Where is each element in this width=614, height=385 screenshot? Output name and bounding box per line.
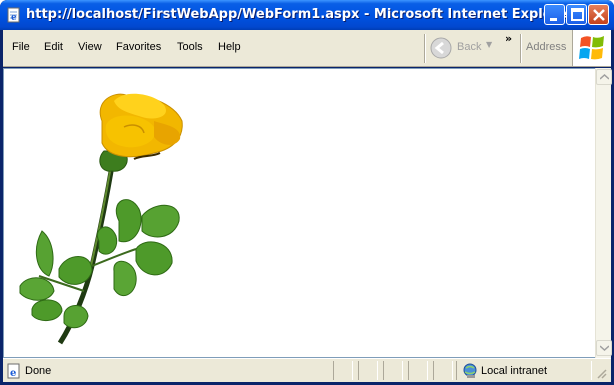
address-label: Address [526,41,567,53]
close-icon [593,9,605,21]
ie-page-icon: e [7,7,20,23]
status-pane [408,361,428,380]
minimize-button[interactable] [544,4,565,25]
back-dropdown-icon[interactable]: ▼ [486,40,492,49]
menu-help[interactable]: Help [218,41,241,53]
status-text: Done [25,365,52,377]
menu-tools[interactable]: Tools [177,41,203,53]
yellow-rose-image [19,93,183,345]
menu-file[interactable]: File [12,41,30,53]
status-pane [333,361,353,380]
scroll-down-button[interactable] [596,340,612,356]
title-bar[interactable]: e http://localhost/FirstWebApp/WebForm1.… [0,0,614,30]
status-pane [433,361,453,380]
menu-view[interactable]: View [78,41,102,53]
status-pane [383,361,403,380]
svg-text:e: e [10,368,16,379]
menu-favorites[interactable]: Favorites [116,41,161,53]
browser-window: e http://localhost/FirstWebApp/WebForm1.… [0,0,614,385]
svg-text:e: e [11,13,17,23]
local-intranet-icon [463,363,477,378]
resize-grip-icon[interactable] [595,367,607,379]
scroll-down-icon [600,345,609,351]
vertical-scrollbar[interactable] [595,68,612,358]
back-button[interactable]: Back ▼ [430,37,500,59]
page-content [3,68,595,358]
status-pane [358,361,378,380]
minimize-icon [550,18,557,21]
status-bar: e Done Local intranet [3,358,611,382]
scroll-up-icon [600,74,609,80]
back-arrow-icon [430,37,452,59]
maximize-icon [571,8,584,21]
menu-bar: File Edit View Favorites Tools Help Back… [3,30,611,67]
window-title: http://localhost/FirstWebApp/WebForm1.as… [26,7,574,22]
scroll-up-button[interactable] [596,69,612,85]
security-zone-label: Local intranet [481,365,548,377]
maximize-button[interactable] [566,4,587,25]
close-button[interactable] [588,4,609,25]
toolbar-more-chevron[interactable]: » [505,32,512,45]
back-label: Back [457,41,482,53]
menu-edit[interactable]: Edit [44,41,63,53]
page-done-icon: e [7,363,20,379]
toolbar-divider [424,34,426,63]
address-divider [520,34,522,63]
windows-logo-icon [572,30,611,66]
